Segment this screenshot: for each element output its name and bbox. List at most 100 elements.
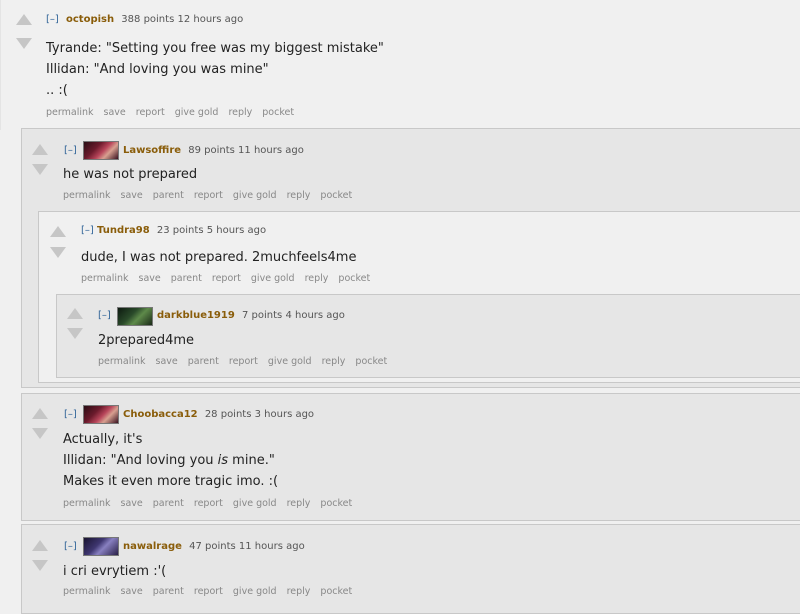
upvote-arrow-icon[interactable] — [16, 14, 32, 25]
report-link[interactable]: report — [229, 356, 258, 367]
comment-tagline: [–] — [64, 145, 77, 157]
reply-link[interactable]: reply — [228, 107, 252, 118]
save-link[interactable]: save — [121, 586, 143, 597]
downvote-arrow-icon[interactable] — [16, 38, 32, 49]
pocket-link[interactable]: pocket — [355, 356, 387, 367]
upvote-arrow-icon[interactable] — [67, 308, 83, 319]
score: 28 points — [204, 409, 252, 420]
permalink-link[interactable]: permalink — [81, 273, 129, 284]
timestamp[interactable]: 3 hours ago — [255, 409, 314, 420]
collapse-toggle[interactable]: [–] — [46, 14, 59, 25]
score: 7 points — [242, 310, 283, 321]
comment-line: Actually, it's — [63, 432, 143, 447]
permalink-link[interactable]: permalink — [63, 586, 111, 597]
comment-body: 2prepared4me — [98, 330, 194, 351]
author-link[interactable]: darkblue1919 — [157, 310, 235, 321]
collapse-toggle[interactable]: [–] — [64, 145, 77, 156]
save-link[interactable]: save — [156, 356, 178, 367]
downvote-arrow-icon[interactable] — [32, 428, 48, 439]
upvote-arrow-icon[interactable] — [32, 408, 48, 419]
upvote-arrow-icon[interactable] — [32, 144, 48, 155]
save-link[interactable]: save — [139, 273, 161, 284]
timestamp[interactable]: 12 hours ago — [177, 14, 243, 25]
comment-tagline: [–] — [98, 310, 111, 322]
score: 47 points — [189, 541, 236, 552]
parent-link[interactable]: parent — [153, 190, 184, 201]
report-link[interactable]: report — [194, 498, 223, 509]
comment-actions: permalink save parent report give gold reply p… — [63, 190, 362, 201]
permalink-link[interactable]: permalink — [63, 190, 111, 201]
comment-actions: permalink save parent report give gold reply p… — [81, 273, 380, 284]
parent-link[interactable]: parent — [171, 273, 202, 284]
save-link[interactable]: save — [104, 107, 126, 118]
avatar[interactable] — [117, 307, 153, 326]
downvote-arrow-icon[interactable] — [67, 328, 83, 339]
score: 23 points — [156, 225, 204, 236]
author-link[interactable]: Choobacca12 — [123, 409, 198, 420]
reply-link[interactable]: reply — [287, 586, 311, 597]
reply-link[interactable]: reply — [287, 498, 311, 509]
parent-link[interactable]: parent — [188, 356, 219, 367]
avatar[interactable] — [83, 405, 119, 424]
report-link[interactable]: report — [194, 586, 223, 597]
pocket-link[interactable]: pocket — [320, 498, 352, 509]
give-gold-link[interactable]: give gold — [233, 190, 277, 201]
timestamp[interactable]: 4 hours ago — [285, 310, 344, 321]
comment-body: Tyrande: "Setting you free was my bigges… — [46, 38, 384, 101]
comment-text: Illidan: "And loving you — [63, 453, 218, 468]
reply-link[interactable]: reply — [287, 190, 311, 201]
timestamp[interactable]: 5 hours ago — [207, 225, 266, 236]
give-gold-link[interactable]: give gold — [233, 586, 277, 597]
reply-link[interactable]: reply — [322, 356, 346, 367]
comment-tagline: [–] octopish 388 points 12 hours ago — [46, 14, 243, 26]
pocket-link[interactable]: pocket — [262, 107, 294, 118]
comment-body: he was not prepared — [63, 164, 197, 185]
upvote-arrow-icon[interactable] — [50, 226, 66, 237]
downvote-arrow-icon[interactable] — [32, 560, 48, 571]
collapse-toggle[interactable]: [–] — [81, 225, 94, 236]
avatar[interactable] — [83, 141, 119, 160]
downvote-arrow-icon[interactable] — [32, 164, 48, 175]
upvote-arrow-icon[interactable] — [32, 540, 48, 551]
collapse-toggle[interactable]: [–] — [64, 409, 77, 420]
comment-tagline-meta: darkblue1919 7 points 4 hours ago — [157, 310, 345, 322]
permalink-link[interactable]: permalink — [46, 107, 94, 118]
avatar[interactable] — [83, 537, 119, 556]
comment-line: Illidan: "And loving you is mine." — [63, 450, 278, 471]
parent-link[interactable]: parent — [153, 498, 184, 509]
save-link[interactable]: save — [121, 498, 143, 509]
permalink-link[interactable]: permalink — [63, 498, 111, 509]
author-link[interactable]: Lawsoffire — [123, 145, 181, 156]
collapse-toggle[interactable]: [–] — [64, 541, 77, 552]
score: 388 points — [121, 14, 175, 25]
reply-link[interactable]: reply — [305, 273, 329, 284]
pocket-link[interactable]: pocket — [338, 273, 370, 284]
comment-tagline: [–] — [64, 541, 77, 553]
comment-line: Illidan: "And loving you was mine" — [46, 62, 269, 77]
pocket-link[interactable]: pocket — [320, 586, 352, 597]
report-link[interactable]: report — [194, 190, 223, 201]
emphasis-text: is — [217, 453, 229, 468]
downvote-arrow-icon[interactable] — [50, 247, 66, 258]
comment-body: dude, I was not prepared. 2muchfeels4me — [81, 247, 356, 268]
give-gold-link[interactable]: give gold — [268, 356, 312, 367]
parent-link[interactable]: parent — [153, 586, 184, 597]
author-link[interactable]: Tundra98 — [97, 225, 150, 236]
author-link[interactable]: nawalrage — [123, 541, 182, 552]
give-gold-link[interactable]: give gold — [233, 498, 277, 509]
report-link[interactable]: report — [212, 273, 241, 284]
timestamp[interactable]: 11 hours ago — [238, 145, 304, 156]
report-link[interactable]: report — [136, 107, 165, 118]
comment-tagline-meta: nawalrage 47 points 11 hours ago — [123, 541, 305, 553]
give-gold-link[interactable]: give gold — [251, 273, 295, 284]
permalink-link[interactable]: permalink — [98, 356, 146, 367]
save-link[interactable]: save — [121, 190, 143, 201]
author-link[interactable]: octopish — [66, 14, 114, 25]
comment-tagline: [–] — [64, 409, 77, 421]
comment-tagline-meta: Choobacca12 28 points 3 hours ago — [123, 409, 314, 421]
pocket-link[interactable]: pocket — [320, 190, 352, 201]
comment-actions: permalink save parent report give gold reply p… — [63, 498, 362, 509]
give-gold-link[interactable]: give gold — [175, 107, 219, 118]
collapse-toggle[interactable]: [–] — [98, 310, 111, 321]
timestamp[interactable]: 11 hours ago — [239, 541, 305, 552]
